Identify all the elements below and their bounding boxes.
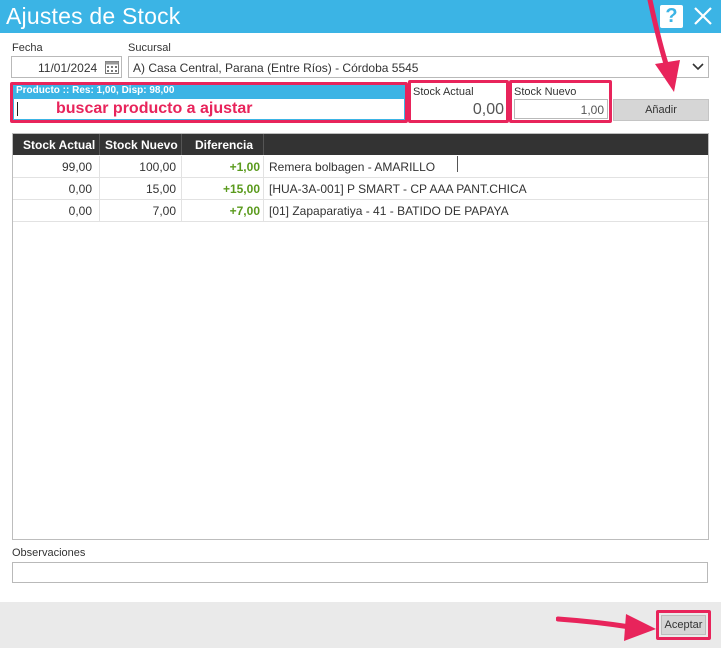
cell-diferencia: +1,00 [229,160,260,174]
close-icon[interactable] [692,5,714,27]
ajustes-stock-window: Ajustes de Stock ? Fecha 11/01/2024 Sucu… [0,0,721,648]
producto-highlight: Producto :: Res: 1,00, Disp: 98,00 busca… [10,82,408,123]
cell-producto: [HUA-3A-001] P SMART - CP AAA PANT.CHICA [269,182,527,196]
cell-stock-actual: 0,00 [68,182,92,196]
cell-producto: [01] Zapaparatiya - 41 - BATIDO DE PAPAY… [269,204,509,218]
cell-diferencia: +7,00 [229,204,260,218]
observaciones-label: Observaciones [12,547,86,559]
column-header-diferencia[interactable]: Diferencia [195,138,253,152]
producto-hint-annotation: buscar producto a ajustar [56,100,253,117]
sucursal-value: A) Casa Central, Parana (Entre Ríos) - C… [133,61,419,75]
calendar-icon[interactable] [105,60,119,74]
help-button[interactable]: ? [660,5,683,28]
sucursal-select[interactable]: A) Casa Central, Parana (Entre Ríos) - C… [128,56,709,78]
column-header-stock-nuevo[interactable]: Stock Nuevo [105,138,178,152]
cell-stock-nuevo: 15,00 [145,182,176,196]
aceptar-highlight: Aceptar [656,610,711,640]
producto-header-text: Producto :: Res: 1,00, Disp: 98,00 [16,85,175,96]
stock-nuevo-label: Stock Nuevo [514,86,577,98]
cell-stock-nuevo: 100,00 [139,160,176,174]
aceptar-button[interactable]: Aceptar [661,615,706,635]
dialog-footer [0,602,721,648]
sucursal-label: Sucursal [128,42,171,54]
table-row[interactable]: 0,00 15,00 +15,00 [HUA-3A-001] P SMART -… [13,178,708,200]
producto-search-input[interactable]: buscar producto a ajustar [13,98,405,120]
ajustes-grid: Stock Actual Stock Nuevo Diferencia 99,0… [12,133,709,540]
cell-diferencia: +15,00 [222,182,260,196]
cell-stock-nuevo: 7,00 [152,204,176,218]
fecha-value: 11/01/2024 [38,61,98,75]
fecha-input[interactable]: 11/01/2024 [11,56,122,78]
text-caret [17,102,18,116]
cell-stock-actual: 0,00 [68,204,92,218]
grid-header: Stock Actual Stock Nuevo Diferencia [13,134,708,155]
stock-actual-value: 0,00 [472,101,504,118]
stock-actual-label: Stock Actual [413,86,474,98]
cell-stock-actual: 99,00 [61,160,92,174]
text-cursor-marker [457,156,458,172]
table-row[interactable]: 99,00 100,00 +1,00 Remera bolbagen - AMA… [13,156,708,178]
title-bar: Ajustes de Stock ? [0,0,721,33]
observaciones-input[interactable] [12,562,708,583]
stock-nuevo-value: 1,00 [580,103,604,117]
add-button[interactable]: Añadir [613,99,709,121]
producto-header: Producto :: Res: 1,00, Disp: 98,00 [13,85,405,98]
stock-actual-box: Stock Actual 0,00 [408,80,509,123]
stock-nuevo-box: Stock Nuevo 1,00 [509,80,612,123]
window-title: Ajustes de Stock [6,3,181,29]
cell-producto: Remera bolbagen - AMARILLO [269,160,436,174]
stock-nuevo-input[interactable]: 1,00 [514,99,608,119]
column-header-stock-actual[interactable]: Stock Actual [23,138,95,152]
chevron-down-icon[interactable] [692,62,704,72]
table-row[interactable]: 0,00 7,00 +7,00 [01] Zapaparatiya - 41 -… [13,200,708,222]
fecha-label: Fecha [12,42,43,54]
